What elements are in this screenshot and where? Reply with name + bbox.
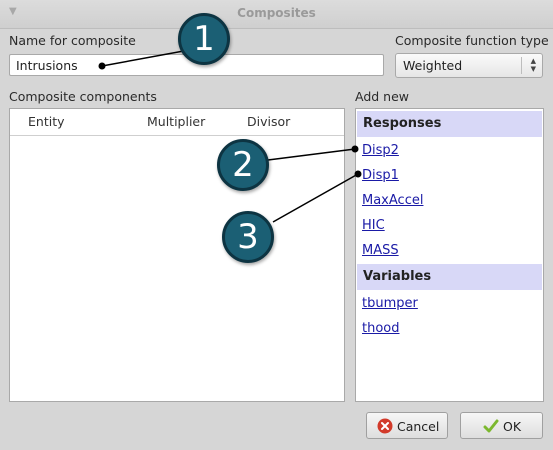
window-title: Composites: [237, 6, 316, 20]
function-type-value: Weighted: [403, 58, 463, 73]
response-link-hic[interactable]: HIC: [362, 218, 385, 233]
components-table[interactable]: Entity Multiplier Divisor: [9, 108, 345, 402]
ok-label: OK: [503, 419, 522, 434]
cancel-button[interactable]: Cancel: [366, 412, 448, 439]
response-link-maxaccel[interactable]: MaxAccel: [362, 193, 423, 208]
name-field-label: Name for composite: [9, 33, 136, 48]
column-header-entity[interactable]: Entity: [28, 114, 65, 129]
response-link-disp1[interactable]: Disp1: [362, 168, 399, 183]
column-header-multiplier[interactable]: Multiplier: [147, 114, 205, 129]
function-type-select[interactable]: Weighted ▲ ▼: [395, 53, 543, 78]
callout-bubble-3: 3: [222, 211, 274, 263]
add-new-list: Responses Disp2 Disp1 MaxAccel HIC MASS …: [355, 108, 544, 402]
callout-bubble-2: 2: [217, 139, 269, 191]
function-type-label: Composite function type: [395, 33, 549, 48]
updown-arrows-icon: ▲ ▼: [530, 57, 536, 73]
cancel-label: Cancel: [397, 419, 440, 434]
ok-button[interactable]: OK: [460, 412, 543, 439]
response-link-mass[interactable]: MASS: [362, 243, 399, 258]
variables-section-header: Variables: [357, 264, 542, 290]
response-link-disp2[interactable]: Disp2: [362, 143, 399, 158]
responses-section-header: Responses: [357, 111, 542, 137]
components-table-header: Entity Multiplier Divisor: [10, 109, 344, 136]
window-titlebar: ▼ Composites: [0, 0, 553, 29]
combo-divider: [521, 57, 522, 74]
variable-link-tbumper[interactable]: tbumper: [362, 296, 418, 311]
callout-bubble-1: 1: [178, 13, 230, 65]
checkmark-icon: [483, 419, 499, 433]
cancel-icon: [377, 418, 393, 434]
variable-link-thood[interactable]: thood: [362, 321, 400, 336]
column-header-divisor[interactable]: Divisor: [247, 114, 290, 129]
add-new-label: Add new: [355, 89, 410, 104]
components-label: Composite components: [9, 89, 157, 104]
